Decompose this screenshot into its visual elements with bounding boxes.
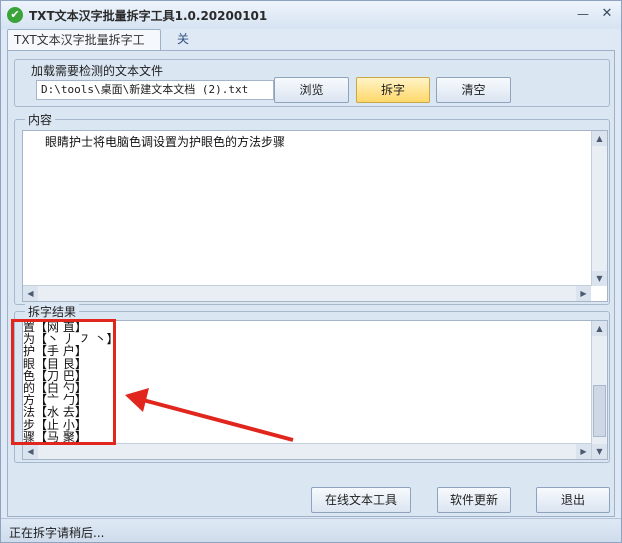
scroll-left-arrow-icon[interactable]: ◀ [23,286,38,301]
result-line: 骤【马 聚】 [23,429,87,444]
result-horizontal-scrollbar[interactable]: ◀ ▶ [23,443,591,459]
content-group: 内容 眼睛护士将电脑色调设置为护眼色的方法步骤 ▲ ▼ ◀ ▶ [14,111,610,305]
load-file-label: 加载需要检测的文本文件 [31,64,164,78]
file-path-input[interactable]: D:\tools\桌面\新建文本文档 (2).txt [36,80,274,100]
status-text: 正在拆字请稍后... [9,526,105,540]
result-line: 法【水 去】 [23,405,87,420]
browse-button[interactable]: 浏览 [274,77,349,103]
clear-button[interactable]: 清空 [436,77,511,103]
scroll-up-arrow-icon[interactable]: ▲ [592,131,607,146]
app-check-icon: ✔ [7,7,23,23]
content-text: 眼睛护士将电脑色调设置为护眼色的方法步骤 [45,135,286,149]
window-title: TXT文本汉字批量拆字工具1.0.20200101 [29,9,268,23]
scroll-up-arrow-icon[interactable]: ▲ [592,321,607,336]
tab-about[interactable]: 关于 [171,29,195,66]
result-lines: 置【网 直】 为【丶 丿 ㇇ 丶】 护【手 户】 眼【目 艮】 色【刀 巴】 的… [23,321,118,443]
scroll-thumb[interactable] [593,385,606,437]
result-label: 拆字结果 [25,303,80,320]
minimize-button[interactable]: — [573,5,593,23]
tab-split-tool[interactable]: TXT文本汉字批量拆字工具 [7,29,161,67]
scroll-down-arrow-icon[interactable]: ▼ [592,444,607,459]
content-label: 内容 [25,111,56,128]
result-line: 眼【目 艮】 [23,356,87,371]
content-vertical-scrollbar[interactable]: ▲ ▼ [591,131,607,286]
status-bar: 正在拆字请稍后... [1,518,621,542]
close-button[interactable]: ✕ [597,5,617,23]
main-panel: 加载需要检测的文本文件 D:\tools\桌面\新建文本文档 (2).txt 浏… [7,50,615,517]
result-vertical-scrollbar[interactable]: ▲ ▼ [591,321,607,459]
split-button[interactable]: 拆字 [356,77,430,103]
content-horizontal-scrollbar[interactable]: ◀ ▶ [23,285,591,301]
scroll-right-arrow-icon[interactable]: ▶ [576,286,591,301]
software-update-button[interactable]: 软件更新 [437,487,511,513]
online-text-tool-button[interactable]: 在线文本工具 [311,487,411,513]
app-window: ✔ TXT文本汉字批量拆字工具1.0.20200101 — ✕ TXT文本汉字批… [0,0,622,543]
content-textarea[interactable]: 眼睛护士将电脑色调设置为护眼色的方法步骤 ▲ ▼ ◀ ▶ [22,130,608,302]
scroll-down-arrow-icon[interactable]: ▼ [592,271,607,286]
result-line: 步【止 小】 [23,417,87,432]
exit-button[interactable]: 退出 [536,487,610,513]
result-textarea[interactable]: 置【网 直】 为【丶 丿 ㇇ 丶】 护【手 户】 眼【目 艮】 色【刀 巴】 的… [22,320,608,460]
result-line: 护【手 户】 [23,344,87,359]
result-group: 拆字结果 置【网 直】 为【丶 丿 ㇇ 丶】 护【手 户】 眼【目 艮】 色【刀… [14,303,610,463]
title-bar[interactable]: ✔ TXT文本汉字批量拆字工具1.0.20200101 — ✕ [1,1,621,29]
load-file-group: 加载需要检测的文本文件 D:\tools\桌面\新建文本文档 (2).txt 浏… [14,59,610,107]
scroll-left-arrow-icon[interactable]: ◀ [23,444,38,459]
scroll-right-arrow-icon[interactable]: ▶ [576,444,591,459]
